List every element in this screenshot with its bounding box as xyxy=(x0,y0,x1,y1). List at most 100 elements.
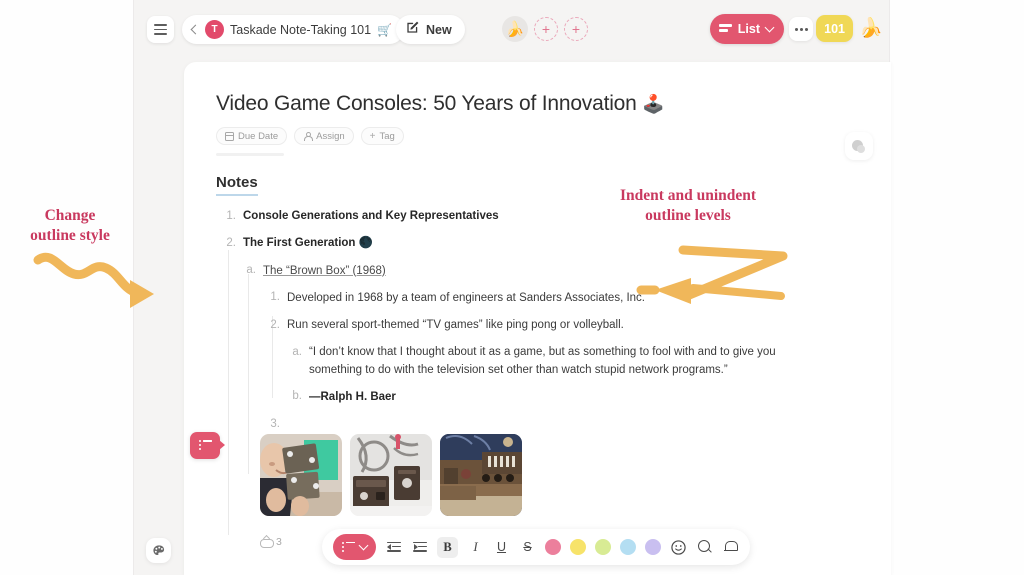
outline-row[interactable]: 1. Developed in 1968 by a team of engine… xyxy=(260,290,857,307)
outline-text: —Ralph H. Baer xyxy=(309,390,396,403)
indent-button[interactable] xyxy=(411,539,428,556)
annotation-right: Indent and unindent outline levels xyxy=(580,186,796,226)
hamburger-icon xyxy=(154,24,167,35)
outline-style-icon xyxy=(198,440,212,451)
compose-icon xyxy=(406,20,420,39)
outline-row[interactable]: a. The “Brown Box” (1968) xyxy=(236,263,857,280)
comment-panel-button[interactable] xyxy=(845,132,873,160)
more-options-button[interactable] xyxy=(789,17,813,41)
outdent-icon xyxy=(386,541,401,553)
add-member-button-2[interactable]: + xyxy=(564,17,588,41)
comment-icon xyxy=(852,139,866,153)
assign-chip[interactable]: Assign xyxy=(294,127,354,145)
palette-icon xyxy=(152,544,164,555)
outline-text: Run several sport-themed “TV games” like… xyxy=(287,319,624,331)
member-avatars: 🍌 + + xyxy=(502,16,588,42)
new-button[interactable]: New xyxy=(396,15,465,44)
attachment-thumbnail[interactable] xyxy=(350,433,432,516)
annotation-right-line2: outline levels xyxy=(645,206,731,224)
attachment-thumbnail[interactable] xyxy=(440,433,522,516)
purple-swatch[interactable] xyxy=(645,539,661,555)
joystick-icon: 🕹️ xyxy=(642,94,665,114)
list-marker: 2. xyxy=(226,236,236,249)
outline-row[interactable]: 2. The First Generation 🌑 xyxy=(216,235,857,252)
points-badge[interactable]: 101 xyxy=(816,15,853,42)
list-style-button[interactable] xyxy=(333,534,376,560)
bell-icon xyxy=(724,540,738,554)
person-icon xyxy=(303,131,314,142)
outline-text: The First Generation 🌑 xyxy=(243,237,373,250)
outline-text: Developed in 1968 by a team of engineers… xyxy=(287,291,645,304)
ellipsis-icon-dot xyxy=(799,27,803,31)
meta-chip-row: Due Date Assign + Tag xyxy=(216,127,857,145)
chevron-left-icon[interactable] xyxy=(189,25,199,35)
green-swatch[interactable] xyxy=(595,539,611,555)
cart-icon: 🛒 xyxy=(377,22,393,37)
theme-button[interactable] xyxy=(146,538,171,563)
ellipsis-icon-dot xyxy=(804,27,808,31)
underline-button[interactable]: U xyxy=(493,539,510,556)
outline-text: Console Generations and Key Representati… xyxy=(243,210,499,222)
document-card: Video Game Consoles: 50 Years of Innovat… xyxy=(184,62,891,575)
view-switch-button[interactable]: List xyxy=(709,14,784,44)
annotation-left: Change outline style xyxy=(8,206,132,246)
section-heading[interactable]: Notes xyxy=(216,174,258,196)
outdent-button[interactable] xyxy=(385,539,402,556)
outline-text: “I don’t know that I thought about it as… xyxy=(309,346,776,376)
assign-label: Assign xyxy=(316,130,345,142)
list-marker: 1. xyxy=(226,209,236,222)
outline-row[interactable]: 3. xyxy=(260,416,857,430)
notification-button[interactable] xyxy=(722,539,739,556)
list-marker: a. xyxy=(246,264,256,276)
yellow-swatch[interactable] xyxy=(570,539,586,555)
add-member-button-1[interactable]: + xyxy=(534,17,558,41)
format-toolbar: B I U S xyxy=(322,529,750,565)
page-title[interactable]: Video Game Consoles: 50 Years of Innovat… xyxy=(216,92,857,116)
list-marker: 3. xyxy=(270,417,280,430)
image-attachments xyxy=(260,433,857,516)
plus-icon: + xyxy=(369,130,376,142)
outline-row[interactable]: b. —Ralph H. Baer xyxy=(282,389,857,406)
search-button[interactable] xyxy=(696,539,713,556)
outline-row[interactable]: a. “I don’t know that I thought about it… xyxy=(282,344,787,379)
app-window: T Taskade Note-Taking 101 🛒 New 🍌 + + Li… xyxy=(133,0,891,575)
outline-style-button[interactable] xyxy=(190,432,225,459)
annotation-right-line1: Indent and unindent xyxy=(619,187,757,204)
tag-chip[interactable]: + Tag xyxy=(360,127,404,145)
avatar[interactable]: 🍌 xyxy=(502,16,528,42)
search-icon xyxy=(697,540,712,554)
upload-cloud-icon xyxy=(260,537,274,548)
annotation-left-line1: Change xyxy=(44,207,96,224)
list-marker: b. xyxy=(292,390,302,403)
due-date-label: Due Date xyxy=(238,130,279,142)
sidebar-toggle-button[interactable] xyxy=(147,16,174,43)
outline-row[interactable]: 2. Run several sport-themed “TV games” l… xyxy=(260,317,857,334)
list-marker: 2. xyxy=(270,318,280,331)
italic-button[interactable]: I xyxy=(467,539,484,556)
document-body: Video Game Consoles: 50 Years of Innovat… xyxy=(184,62,891,548)
blue-swatch[interactable] xyxy=(620,539,636,555)
screenshot-root: T Taskade Note-Taking 101 🛒 New 🍌 + + Li… xyxy=(0,0,1024,575)
indent-guide xyxy=(248,274,249,474)
attachment-count-label: 3 xyxy=(276,535,282,548)
indent-guide xyxy=(228,250,229,535)
chevron-down-icon xyxy=(764,22,775,33)
breadcrumb[interactable]: T Taskade Note-Taking 101 🛒 xyxy=(182,15,405,44)
user-avatar[interactable]: 🍌 xyxy=(859,16,883,40)
indent-icon xyxy=(412,541,427,553)
emoji-button[interactable] xyxy=(670,539,687,556)
strikethrough-button[interactable]: S xyxy=(519,539,536,556)
list-style-icon xyxy=(342,541,355,553)
ellipsis-icon-dot xyxy=(794,27,798,31)
annotation-left-line2: outline style xyxy=(30,226,110,244)
outline-list: 1. Console Generations and Key Represent… xyxy=(190,208,857,548)
attachment-thumbnail[interactable] xyxy=(260,433,342,516)
view-switch-label: List xyxy=(737,22,760,36)
calendar-icon xyxy=(224,131,234,141)
pink-swatch[interactable] xyxy=(545,539,561,555)
due-date-chip[interactable]: Due Date xyxy=(216,127,288,145)
tag-label: Tag xyxy=(379,130,395,142)
new-button-label: New xyxy=(426,22,452,37)
bold-button[interactable]: B xyxy=(437,536,458,558)
smiley-icon xyxy=(671,539,686,555)
